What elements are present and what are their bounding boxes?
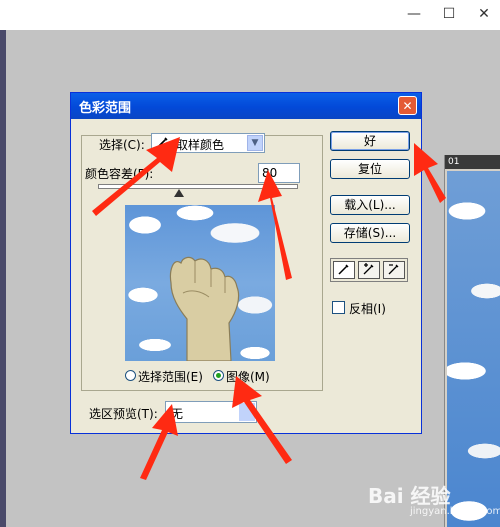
radio-selection-label[interactable]: 选择范围(E)	[138, 368, 203, 385]
fuzziness-slider-thumb[interactable]	[174, 189, 184, 197]
document-tab[interactable]: 01	[445, 155, 500, 169]
baidu-watermark: Bai 经验	[368, 484, 451, 508]
eyedropper-minus-icon[interactable]	[383, 261, 405, 279]
ok-button[interactable]: 好	[330, 131, 410, 151]
dialog-close-button[interactable]: ✕	[398, 96, 417, 115]
chevron-down-icon[interactable]	[239, 403, 255, 421]
dialog-title: 色彩范围	[79, 101, 132, 116]
invert-checkbox[interactable]	[332, 301, 345, 314]
close-window-button[interactable]: ✕	[472, 4, 496, 24]
document-tab-label: 01	[448, 157, 460, 167]
maximize-button[interactable]: ☐	[437, 4, 461, 24]
dialog-titlebar[interactable]: 色彩范围 ✕	[71, 93, 421, 119]
preview-value: 无	[171, 407, 184, 421]
chevron-down-icon[interactable]: ▼	[247, 135, 263, 151]
fist-image	[169, 256, 240, 361]
color-range-dialog: 色彩范围 ✕ 选择(C): 取样颜色 ▼ 颜色容差(F): 80 选择范围(E)…	[70, 92, 422, 434]
fuzziness-slider[interactable]	[98, 184, 298, 189]
preview-label: 选区预览(T):	[89, 407, 158, 421]
document-canvas[interactable]	[447, 171, 500, 527]
select-label: 选择(C):	[99, 138, 145, 152]
selection-preview[interactable]	[125, 205, 275, 361]
eyedropper-tools	[330, 258, 408, 282]
eyedropper-plus-icon[interactable]	[358, 261, 380, 279]
save-button[interactable]: 存储(S)...	[330, 223, 410, 243]
invert-label[interactable]: 反相(I)	[349, 300, 386, 317]
baidu-watermark-url: jingyan.baidu.com	[410, 506, 500, 517]
fuzziness-label: 颜色容差(F):	[85, 167, 154, 181]
app-titlebar: — ☐ ✕	[0, 0, 500, 30]
radio-selection[interactable]	[125, 370, 136, 381]
fuzziness-input[interactable]: 80	[258, 163, 300, 183]
eyedropper-icon[interactable]	[333, 261, 355, 279]
radio-image-label[interactable]: 图像(M)	[226, 368, 270, 385]
document-window[interactable]: 01	[444, 155, 500, 527]
radio-image[interactable]	[213, 370, 224, 381]
reset-button[interactable]: 复位	[330, 159, 410, 179]
minimize-button[interactable]: —	[402, 4, 426, 24]
select-dropdown[interactable]: 取样颜色 ▼	[151, 133, 265, 153]
preview-dropdown[interactable]: 无	[165, 401, 257, 423]
load-button[interactable]: 载入(L)...	[330, 195, 410, 215]
left-panel-edge	[0, 30, 6, 527]
select-value: 取样颜色	[176, 138, 225, 152]
eyedropper-icon	[156, 135, 170, 152]
